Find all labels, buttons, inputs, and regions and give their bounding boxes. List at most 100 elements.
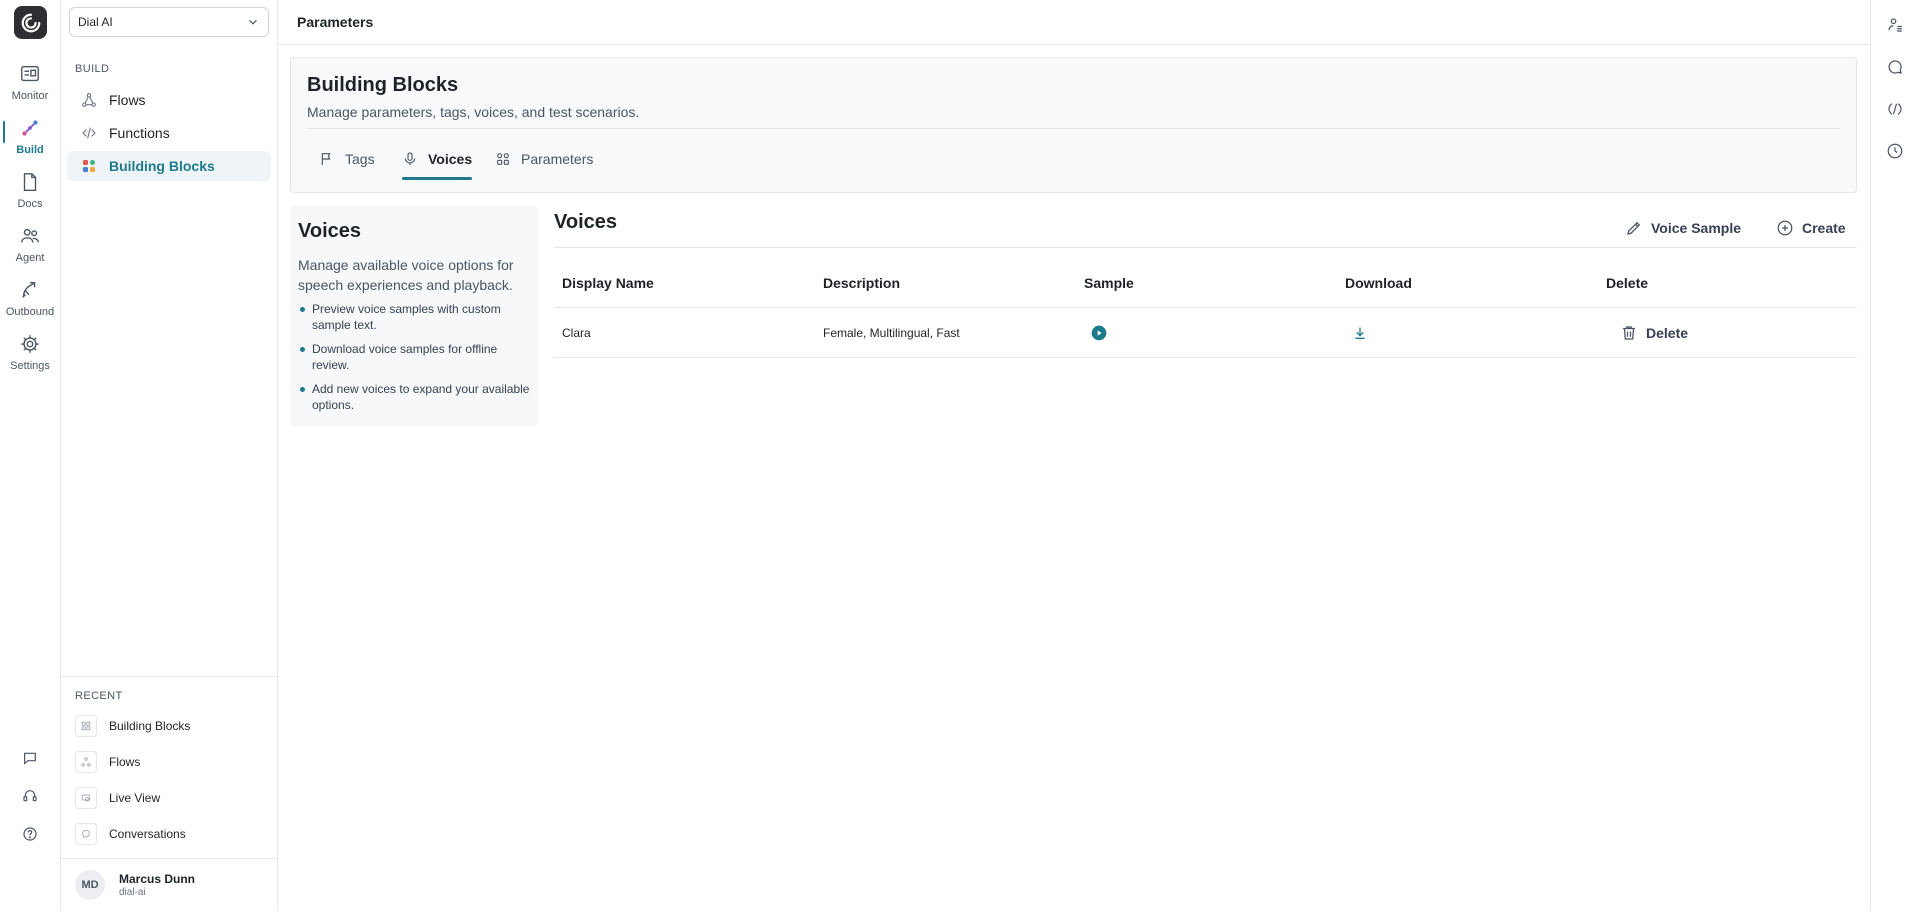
user-name: Marcus Dunn <box>119 872 196 886</box>
workspace-value: Dial AI <box>78 15 113 29</box>
delete-label: Delete <box>1646 325 1689 341</box>
headset-icon[interactable] <box>0 784 60 808</box>
sidebar-divider-bottom <box>61 858 278 859</box>
column-header-description: Description <box>823 275 901 291</box>
blocks-icon <box>81 158 97 174</box>
monitor-icon <box>19 63 41 85</box>
user-list-icon[interactable] <box>1886 16 1906 36</box>
recent-item-label: Flows <box>109 755 141 769</box>
flag-icon <box>319 151 335 167</box>
info-description: Manage available voice options for speec… <box>298 257 514 293</box>
flows-icon <box>81 92 97 108</box>
chat-support-icon[interactable] <box>0 746 60 770</box>
rail-label-agent: Agent <box>15 252 45 264</box>
rail-item-monitor[interactable]: Monitor <box>0 61 60 111</box>
voice-sample-button[interactable]: Voice Sample <box>1625 212 1741 244</box>
avatar: MD <box>75 870 105 900</box>
info-bullet: Preview voice samples with custom sample… <box>298 301 530 333</box>
chat-icon[interactable] <box>1886 58 1906 78</box>
info-title: Voices <box>298 220 361 242</box>
play-icon <box>1091 325 1107 341</box>
sidebar-item-label: Functions <box>109 125 170 141</box>
bullet-dot <box>300 387 305 392</box>
recent-item-conversations[interactable]: Conversations <box>75 821 265 847</box>
icon-rail: Monitor Build Docs Agent Outbound Settin… <box>0 0 61 911</box>
live-view-icon <box>75 787 97 809</box>
rail-label-build: Build <box>16 144 44 156</box>
plus-circle-icon <box>1776 219 1794 237</box>
recent-item-label: Building Blocks <box>109 719 191 733</box>
history-icon[interactable] <box>1886 142 1906 162</box>
rail-label-monitor: Monitor <box>11 90 49 102</box>
column-header-delete: Delete <box>1606 275 1649 291</box>
tab-voices[interactable]: Voices <box>402 138 473 180</box>
sidebar-item-flows[interactable]: Flows <box>67 85 271 115</box>
bullet-text: Preview voice samples with custom sample… <box>312 302 501 332</box>
play-sample-button[interactable] <box>1091 308 1107 358</box>
rail-item-settings[interactable]: Settings <box>0 331 60 381</box>
tab-label: Parameters <box>521 151 594 167</box>
recent-item-building-blocks[interactable]: Building Blocks <box>75 713 265 739</box>
user-org: dial-ai <box>119 887 146 898</box>
sidebar-item-functions[interactable]: Functions <box>67 118 271 148</box>
agent-icon <box>19 225 41 247</box>
section-title: Building Blocks <box>307 74 459 96</box>
recent-item-live-view[interactable]: Live View <box>75 785 265 811</box>
trash-icon <box>1620 324 1638 342</box>
section-label-build: BUILD <box>75 63 110 75</box>
voices-info-panel: Voices Manage available voice options fo… <box>290 206 538 426</box>
column-header-display-name: Display Name <box>562 275 654 291</box>
info-bullet: Download voice samples for offline revie… <box>298 341 530 373</box>
tab-tags[interactable]: Tags <box>319 138 375 180</box>
parameters-icon <box>495 151 511 167</box>
sidebar-item-building-blocks[interactable]: Building Blocks <box>67 151 271 181</box>
page-title: Parameters <box>297 14 374 30</box>
recent-item-flows[interactable]: Flows <box>75 749 265 775</box>
cell-description: Female, Multilingual, Fast <box>823 326 960 340</box>
bullet-text: Add new voices to expand your available … <box>312 382 530 412</box>
recent-item-label: Conversations <box>109 827 186 841</box>
table-header-row: Display Name Description Sample Download… <box>554 258 1857 308</box>
conversations-icon <box>75 823 97 845</box>
delete-button[interactable]: Delete <box>1620 308 1688 358</box>
blocks-small-icon <box>75 715 97 737</box>
create-button[interactable]: Create <box>1776 212 1846 244</box>
user-profile[interactable]: MD Marcus Dunn dial-ai <box>75 870 195 900</box>
create-label: Create <box>1802 220 1846 236</box>
cell-display-name: Clara <box>562 326 591 340</box>
rail-label-docs: Docs <box>17 198 43 210</box>
sidebar-divider <box>61 676 278 677</box>
top-bar: Parameters <box>278 0 1870 45</box>
section-subtitle: Manage parameters, tags, voices, and tes… <box>307 104 640 120</box>
outbound-icon <box>19 279 41 301</box>
voices-title: Voices <box>554 211 617 233</box>
info-bullet: Add new voices to expand your available … <box>298 381 530 413</box>
code-brackets-icon[interactable] <box>1886 100 1906 120</box>
app-logo[interactable] <box>14 6 47 39</box>
rail-item-outbound[interactable]: Outbound <box>0 277 60 327</box>
microphone-icon <box>402 151 418 167</box>
build-sidebar: Dial AI BUILD Flows Functions Building B… <box>61 0 278 911</box>
bullet-dot <box>300 307 305 312</box>
workspace-select[interactable]: Dial AI <box>69 7 269 37</box>
download-icon <box>1352 325 1368 341</box>
download-button[interactable] <box>1352 308 1368 358</box>
voices-table: Display Name Description Sample Download… <box>554 258 1857 358</box>
rail-item-agent[interactable]: Agent <box>0 223 60 273</box>
header-divider <box>307 128 1840 129</box>
help-icon[interactable] <box>0 822 60 846</box>
code-icon <box>81 125 97 141</box>
voices-header: Voices Voice Sample Create <box>554 206 1857 248</box>
rail-item-docs[interactable]: Docs <box>0 169 60 219</box>
voice-sample-label: Voice Sample <box>1651 220 1742 236</box>
rail-label-settings: Settings <box>10 360 50 372</box>
tab-parameters[interactable]: Parameters <box>495 138 593 180</box>
chevron-down-icon <box>246 15 260 29</box>
rail-item-build[interactable]: Build <box>0 115 60 165</box>
bullet-dot <box>300 347 305 352</box>
tab-label: Tags <box>345 151 375 167</box>
docs-icon <box>19 171 41 193</box>
build-icon <box>19 117 41 139</box>
rail-label-outbound: Outbound <box>5 306 55 318</box>
bullet-text: Download voice samples for offline revie… <box>312 342 498 372</box>
